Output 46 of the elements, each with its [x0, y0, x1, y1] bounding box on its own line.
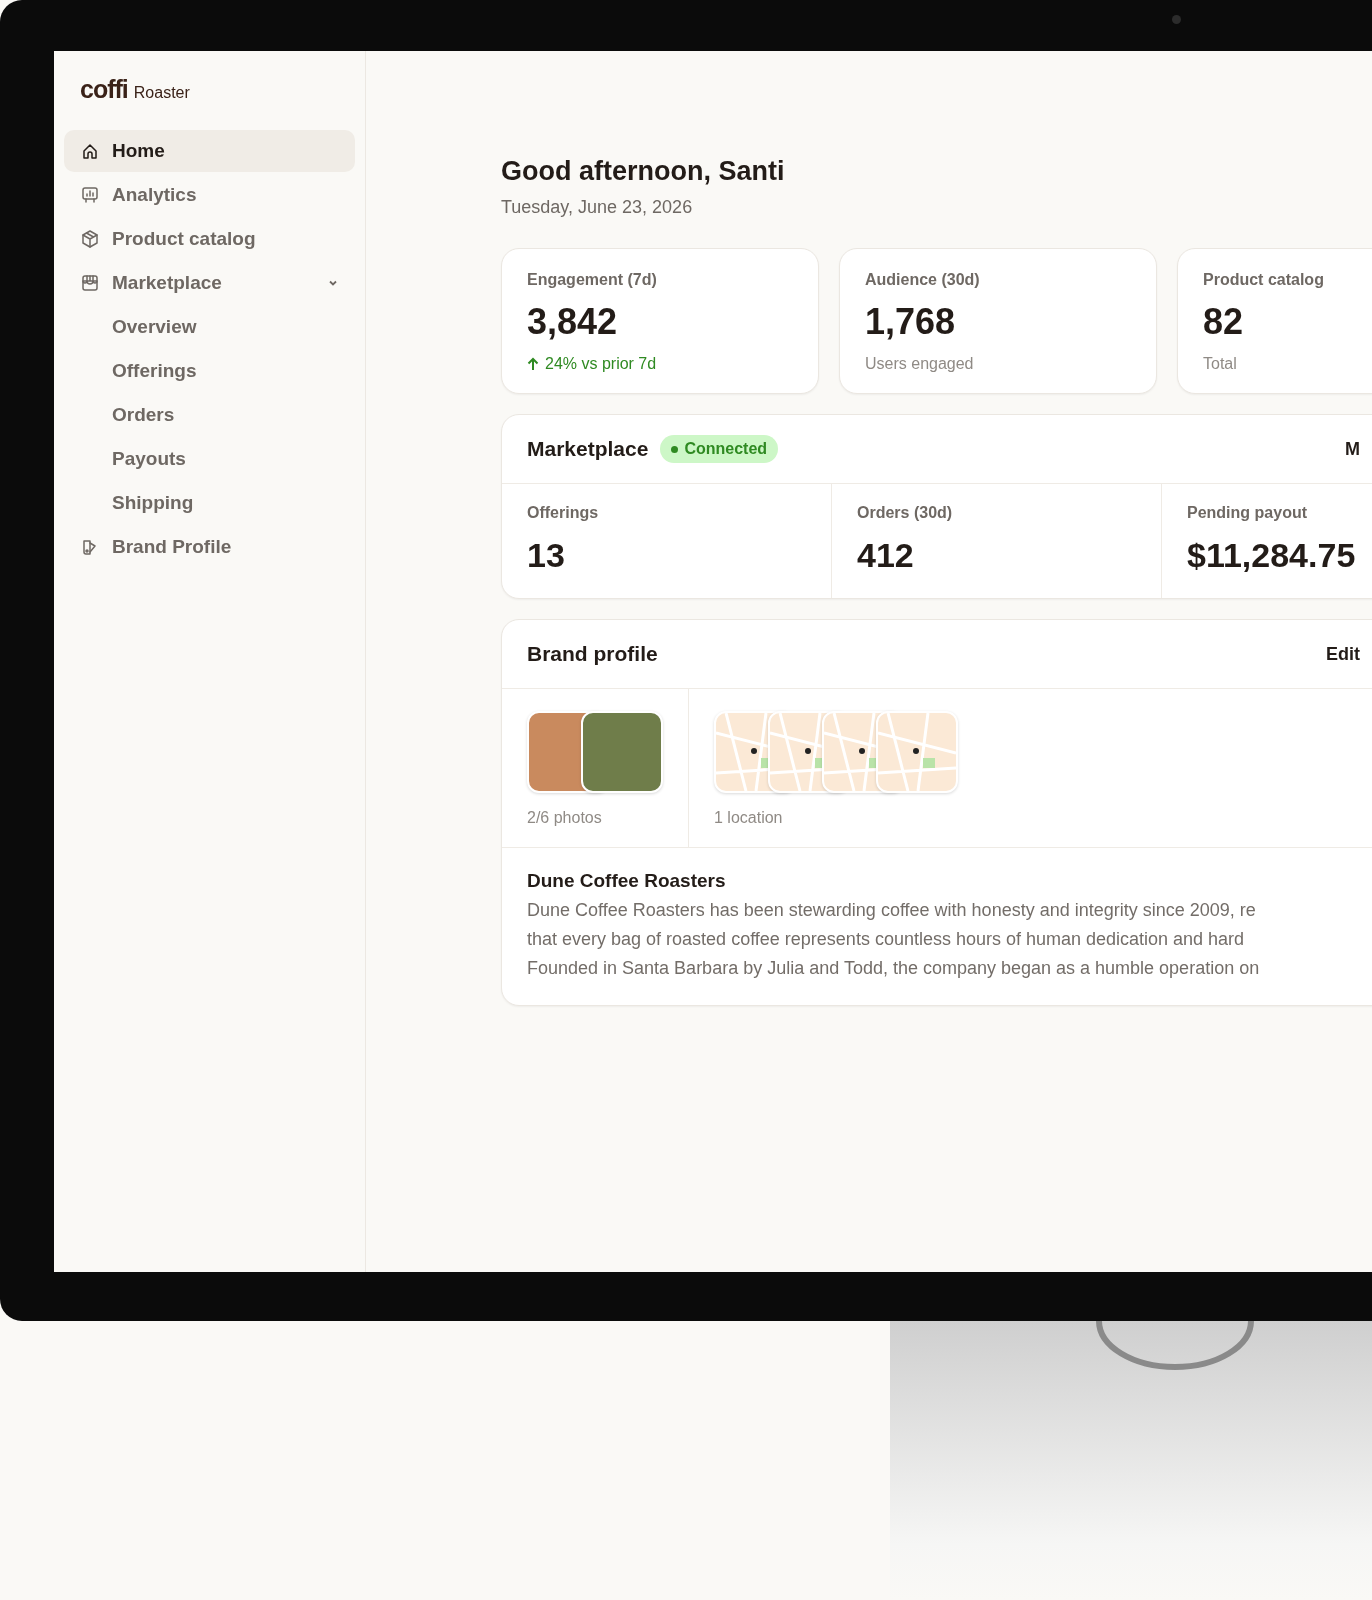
metric-label: Orders (30d) — [857, 504, 954, 522]
stat-value: 3,842 — [527, 301, 619, 343]
manage-link[interactable]: M — [1345, 438, 1360, 460]
sidebar-item[interactable]: Shipping — [96, 482, 355, 524]
card-title: Brand profile — [527, 642, 658, 666]
stat-label: Audience (30d) — [865, 271, 981, 289]
stat-label: Product catalog — [1203, 271, 1325, 289]
home-icon — [80, 141, 100, 161]
edit-button[interactable]: Edit — [1326, 643, 1360, 665]
location-caption: 1 location — [714, 809, 784, 827]
sidebar-item[interactable]: Marketplace — [64, 262, 355, 304]
stat-note: Total — [1203, 355, 1238, 373]
sidebar-item[interactable]: Offerings — [96, 350, 355, 392]
box-icon — [80, 229, 100, 249]
sidebar-item[interactable]: Orders — [96, 394, 355, 436]
sidebar-item[interactable]: Product catalog — [64, 218, 355, 260]
description-line: Dune Coffee Roasters has been stewarding coffee with honesty and integrity since 2009, re — [527, 900, 1257, 921]
status-badge: Connected — [660, 435, 779, 463]
webcam-dot — [1172, 15, 1181, 24]
sidebar-item[interactable]: Analytics — [64, 174, 355, 216]
sidebar-item[interactable]: Overview — [96, 306, 355, 348]
trend-text: 24% vs prior 7d — [545, 355, 657, 373]
sidebar-item[interactable]: Home — [64, 130, 355, 172]
metric-value: $11,284.75 — [1187, 536, 1357, 575]
photos-caption: 2/6 photos — [527, 809, 603, 827]
stat-label: Engagement (7d) — [527, 271, 658, 289]
product-name: Roaster — [133, 84, 190, 102]
metric-value: 13 — [527, 536, 566, 575]
arrow-up-icon — [527, 357, 539, 371]
sidebar-item[interactable]: Brand Profile — [64, 526, 355, 568]
stat-note: Users engaged — [865, 355, 975, 373]
chart-board-icon — [80, 185, 100, 205]
date: Tuesday, June 23, 2026 — [501, 197, 694, 218]
greeting: Good afternoon, Santi — [501, 156, 786, 187]
sidebar-item[interactable]: Payouts — [96, 438, 355, 480]
description-line: that every bag of roasted coffee represents countless hours of human dedication and hard — [527, 929, 1246, 950]
logo: coffi — [80, 75, 128, 104]
brand-name: Dune Coffee Roasters — [527, 870, 727, 892]
stat-value: 1,768 — [865, 301, 957, 343]
description-line: Founded in Santa Barbara by Julia and Todd, the company began as a humble operation on — [527, 958, 1261, 979]
storefront-icon — [80, 273, 100, 293]
metric-value: 412 — [857, 536, 915, 575]
stat-value: 82 — [1203, 301, 1245, 343]
metric-label: Offerings — [527, 504, 600, 522]
card-title: Marketplace — [527, 437, 649, 461]
metric-label: Pending payout — [1187, 504, 1308, 522]
